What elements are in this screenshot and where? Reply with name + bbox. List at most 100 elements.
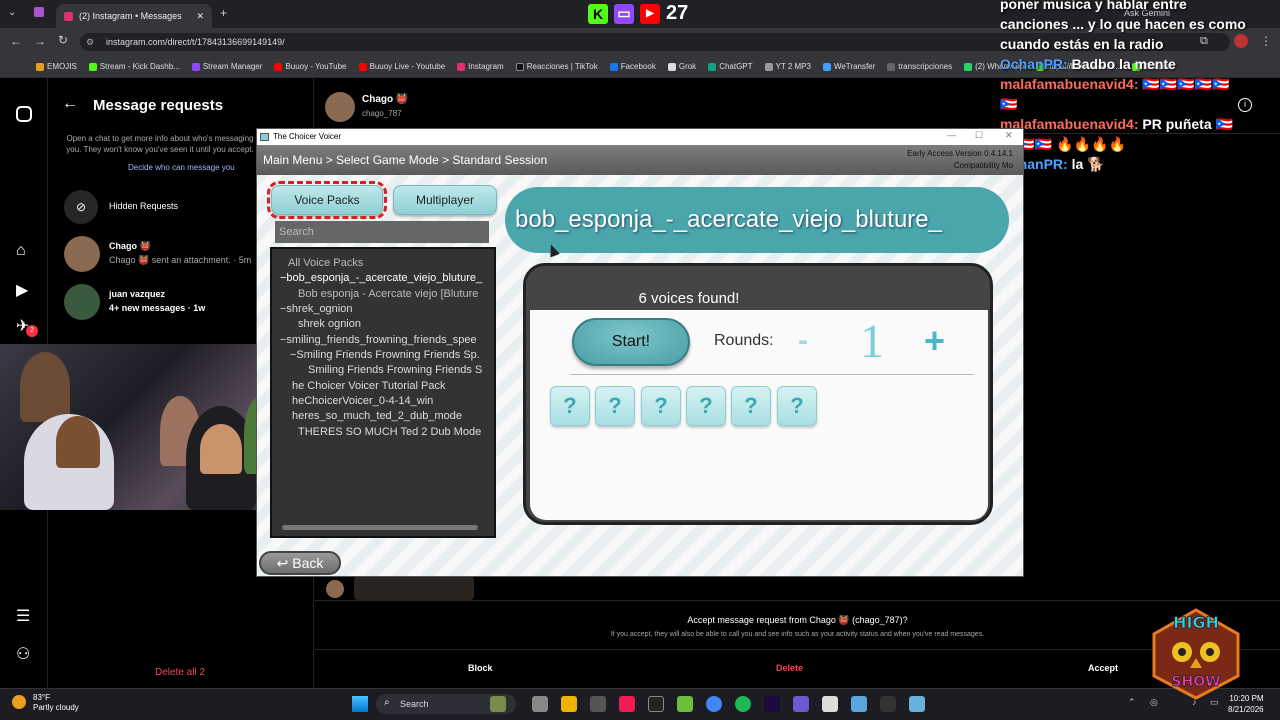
maximize-icon[interactable]: ☐ xyxy=(975,130,983,141)
weather-icon[interactable] xyxy=(12,695,26,709)
capcut-icon[interactable] xyxy=(648,696,664,712)
voice-card[interactable]: ? xyxy=(777,386,817,426)
voice-card[interactable]: ? xyxy=(550,386,590,426)
obs-icon[interactable] xyxy=(590,696,606,712)
grid-app-icon[interactable] xyxy=(793,696,809,712)
bookmark-item[interactable]: Stream - Kick Dashb... xyxy=(88,62,180,71)
game-app-icon[interactable] xyxy=(909,696,925,712)
rounds-decrement-button[interactable]: - xyxy=(798,324,808,358)
bookmark-item[interactable]: transcripciones xyxy=(887,62,952,71)
task-view-icon[interactable] xyxy=(532,696,548,712)
back-button[interactable]: ↩ Back xyxy=(259,551,341,575)
tree-item[interactable]: heres_so_much_ted_2_dub_mode xyxy=(292,410,462,422)
hamburger-menu-icon[interactable]: ☰ xyxy=(16,606,30,626)
block-button[interactable]: Block xyxy=(468,663,493,673)
avatar[interactable] xyxy=(325,92,355,122)
bookmark-item[interactable]: Buuoy - YouTube xyxy=(274,62,347,71)
delete-all-button[interactable]: Delete all 2 xyxy=(155,667,205,678)
start-button[interactable]: Start! xyxy=(572,318,690,366)
accept-button[interactable]: Accept xyxy=(1088,663,1118,673)
file-explorer-icon[interactable] xyxy=(561,696,577,712)
session-controls: Start! Rounds: - 1 + ? ? ? ? ? ? xyxy=(530,310,988,520)
davinci-icon[interactable] xyxy=(880,696,896,712)
hidden-requests-link[interactable]: Hidden Requests xyxy=(109,201,178,211)
chat-line: 🇵🇷 xyxy=(1000,96,1018,112)
bookmark-item[interactable]: Buuoy Live - Youtube xyxy=(358,62,445,71)
browser-tab-instagram[interactable]: (2) Instagram • Messages ✕ xyxy=(56,4,212,28)
streamlabs-icon[interactable] xyxy=(677,696,693,712)
bookmark-item[interactable]: Stream Manager xyxy=(191,62,262,71)
bookmark-item[interactable]: Grok xyxy=(667,62,696,71)
site-info-icon[interactable]: ⚙ xyxy=(86,37,94,48)
tree-item[interactable]: −Smiling Friends Frowning Friends Sp. xyxy=(290,349,480,361)
horizontal-scrollbar[interactable] xyxy=(282,525,478,530)
search-input[interactable]: Search xyxy=(275,221,489,243)
bookmark-item[interactable]: Reacciones | TikTok xyxy=(515,62,598,71)
tree-item[interactable]: −shrek_ognion xyxy=(280,303,352,315)
webcam-overlay xyxy=(0,344,294,510)
bookmark-item[interactable]: YT 2 MP3 xyxy=(764,62,811,71)
voice-card[interactable]: ? xyxy=(641,386,681,426)
bookmark-item[interactable]: Facebook xyxy=(609,62,656,71)
list-item-name[interactable]: Chago 👹 xyxy=(109,241,151,252)
tree-item[interactable]: heChoicerVoicer_0-4-14_win xyxy=(292,395,433,407)
tree-item[interactable]: THERES SO MUCH Ted 2 Dub Mode xyxy=(298,426,481,438)
eye-slash-icon: ⊘ xyxy=(64,190,98,224)
window-titlebar: The Choicer Voicer xyxy=(257,129,1023,145)
minimize-icon[interactable]: — xyxy=(947,130,956,140)
reload-icon[interactable]: ↻ xyxy=(58,33,68,47)
tree-item[interactable]: −bob_esponja_-_acercate_viejo_bluture_ xyxy=(280,272,482,284)
requests-description: Open a chat to get more info about who's… xyxy=(66,134,254,154)
stream-stats-overlay: K ▭ ▶ 27 xyxy=(588,2,688,25)
weather-widget[interactable]: 83°F Partly cloudy xyxy=(33,693,79,713)
multiplayer-button[interactable]: Multiplayer xyxy=(393,185,497,215)
close-icon[interactable]: ✕ xyxy=(1005,130,1013,141)
chrome-icon[interactable] xyxy=(706,696,722,712)
windows-taskbar xyxy=(0,688,1280,720)
back-arrow-icon[interactable]: ← xyxy=(10,34,22,48)
attachment-preview[interactable] xyxy=(354,576,474,600)
chat-line: poner musica y hablar entre xyxy=(1000,0,1187,12)
tree-item[interactable]: he Choicer Voicer Tutorial Pack xyxy=(292,380,445,392)
list-item-preview: 4+ new messages · 1w xyxy=(109,303,206,313)
back-arrow-icon[interactable]: ← xyxy=(62,95,78,113)
premiere-icon[interactable] xyxy=(764,696,780,712)
voice-card[interactable]: ? xyxy=(595,386,635,426)
bookmark-item[interactable]: ChatGPT xyxy=(708,62,753,71)
voice-pack-tree[interactable]: All Voice Packs −bob_esponja_-_acercate_… xyxy=(270,247,496,538)
bookmark-item[interactable]: WeTransfer xyxy=(822,62,875,71)
home-icon[interactable]: ⌂ xyxy=(16,242,26,260)
new-tab-icon[interactable]: + xyxy=(220,6,227,20)
rounds-increment-button[interactable]: + xyxy=(924,320,945,362)
notepad-icon[interactable] xyxy=(822,696,838,712)
tree-item[interactable]: Bob esponja - Acercate viejo [Bluture xyxy=(298,288,478,300)
tab-close-icon[interactable]: ✕ xyxy=(196,11,204,22)
bookmark-item[interactable]: EMOJIS xyxy=(36,62,77,71)
taskbar-app-icon[interactable] xyxy=(490,696,506,712)
message-settings-link[interactable]: Decide who can message you xyxy=(128,163,235,172)
voice-card[interactable]: ? xyxy=(731,386,771,426)
tree-item[interactable]: All Voice Packs xyxy=(288,257,363,269)
tiktok-icon[interactable] xyxy=(619,696,635,712)
windows-start-icon[interactable] xyxy=(352,696,368,712)
tray-chevron-icon[interactable]: ⌃ xyxy=(1128,697,1136,708)
forward-arrow-icon[interactable]: → xyxy=(34,34,46,48)
voice-card[interactable]: ? xyxy=(686,386,726,426)
page-title: Message requests xyxy=(93,97,224,114)
chat-name[interactable]: Chago 👹 xyxy=(362,94,408,105)
bookmark-item[interactable]: Instagram xyxy=(457,62,504,71)
calculator-icon[interactable] xyxy=(851,696,867,712)
tab-favicon-icon[interactable] xyxy=(34,7,44,17)
spotify-icon[interactable] xyxy=(735,696,751,712)
instagram-logo-icon[interactable] xyxy=(16,106,32,122)
tree-item[interactable]: Smiling Friends Frowning Friends S xyxy=(308,364,482,376)
reels-icon[interactable]: ▶ xyxy=(16,280,28,300)
more-apps-icon[interactable]: ⚇ xyxy=(16,644,30,664)
list-item-name[interactable]: juan vazquez xyxy=(109,289,165,299)
streamer-figure xyxy=(56,416,100,468)
tree-item[interactable]: −smiling_friends_frowning_friends_spee xyxy=(280,334,477,346)
delete-button[interactable]: Delete xyxy=(776,663,803,673)
voice-packs-button[interactable]: Voice Packs xyxy=(267,181,387,219)
tab-list-chevron-icon[interactable]: ⌄ xyxy=(8,7,16,18)
tree-item[interactable]: shrek ognion xyxy=(298,318,361,330)
